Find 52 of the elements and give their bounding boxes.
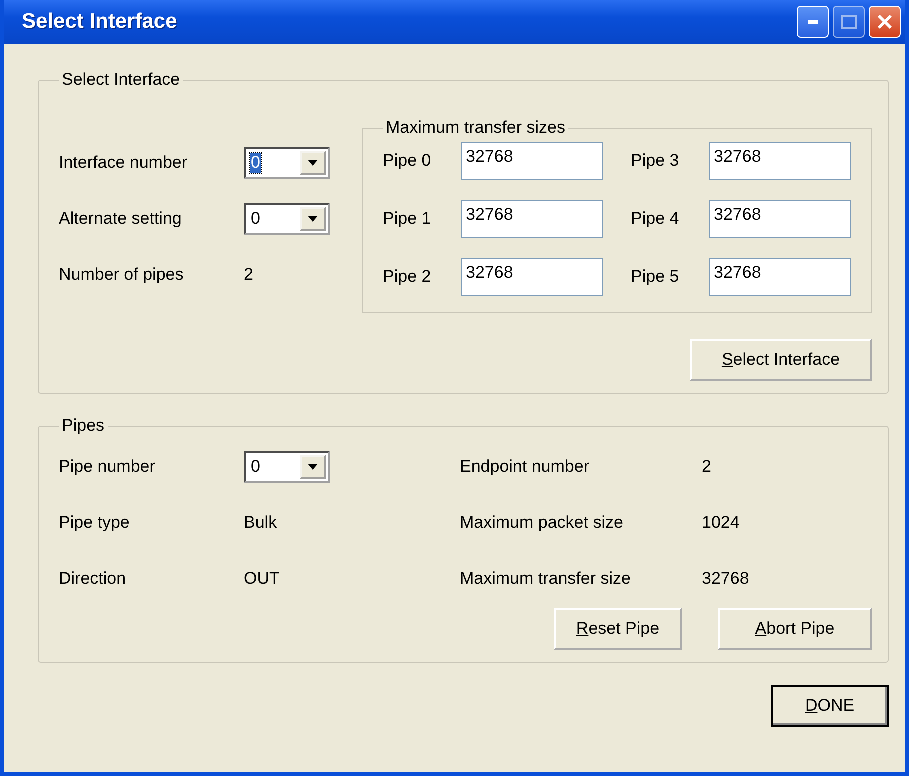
- transfer-size-field[interactable]: 32768: [709, 258, 851, 296]
- field-value: 1024: [702, 513, 740, 533]
- pipe-label: Pipe 1: [383, 209, 432, 229]
- pipe-label: Pipe 3: [631, 151, 680, 171]
- transfer-size-field[interactable]: 32768: [461, 258, 603, 296]
- field-label: Number of pipes: [59, 265, 185, 285]
- pipe-label: Pipe 4: [631, 209, 680, 229]
- dropdown-button[interactable]: [300, 207, 326, 231]
- pipe-label: Pipe 5: [631, 267, 680, 287]
- dropdown-value: 0: [250, 209, 262, 229]
- field-value: OUT: [244, 569, 280, 589]
- group-title: Pipes: [61, 416, 106, 436]
- dropdown-arrow-icon: [308, 216, 318, 222]
- close-button[interactable]: [869, 6, 901, 38]
- field-label: Pipe type: [59, 513, 131, 533]
- group-title: Maximum transfer sizes: [385, 118, 566, 138]
- field-label: Maximum transfer size: [460, 569, 632, 589]
- field-label: Interface number: [59, 153, 189, 173]
- dropdown-arrow-icon: [308, 160, 318, 166]
- field-value: Bulk: [244, 513, 278, 533]
- pipe-label: Pipe 0: [383, 151, 432, 171]
- transfer-size-field[interactable]: 32768: [709, 142, 851, 180]
- done-button[interactable]: DONE: [771, 685, 889, 727]
- transfer-size-field[interactable]: 32768: [709, 200, 851, 238]
- dropdown-value: 0: [250, 153, 262, 173]
- maximize-icon: [841, 15, 857, 29]
- field-label: Direction: [59, 569, 128, 589]
- minimize-button[interactable]: [797, 6, 829, 38]
- minimize-icon: [808, 20, 818, 24]
- dropdown[interactable]: 0: [244, 203, 330, 235]
- field-value: 32768: [702, 569, 750, 589]
- group-title: Select Interface: [61, 70, 182, 90]
- pipe-label: Pipe 2: [383, 267, 432, 287]
- close-icon: [877, 14, 893, 30]
- dropdown-button[interactable]: [300, 455, 326, 479]
- dropdown-value: 0: [250, 457, 262, 477]
- field-label: Alternate setting: [59, 209, 183, 229]
- dropdown[interactable]: 0: [244, 147, 330, 179]
- select-interface-button[interactable]: Select Interface: [690, 339, 872, 381]
- pipe-action-button[interactable]: Abort Pipe: [718, 608, 872, 650]
- field-label: Endpoint number: [460, 457, 590, 477]
- pipe-action-button[interactable]: Reset Pipe: [554, 608, 682, 650]
- dropdown-arrow-icon: [308, 464, 318, 470]
- field-label: Maximum packet size: [460, 513, 624, 533]
- field-value: 2: [702, 457, 712, 477]
- dropdown[interactable]: 0: [244, 451, 330, 483]
- dropdown-button[interactable]: [300, 151, 326, 175]
- field-value: 2: [244, 265, 254, 285]
- field-label: Pipe number: [59, 457, 156, 477]
- transfer-size-field[interactable]: 32768: [461, 142, 603, 180]
- transfer-size-field[interactable]: 32768: [461, 200, 603, 238]
- window-title: Select Interface: [22, 10, 178, 34]
